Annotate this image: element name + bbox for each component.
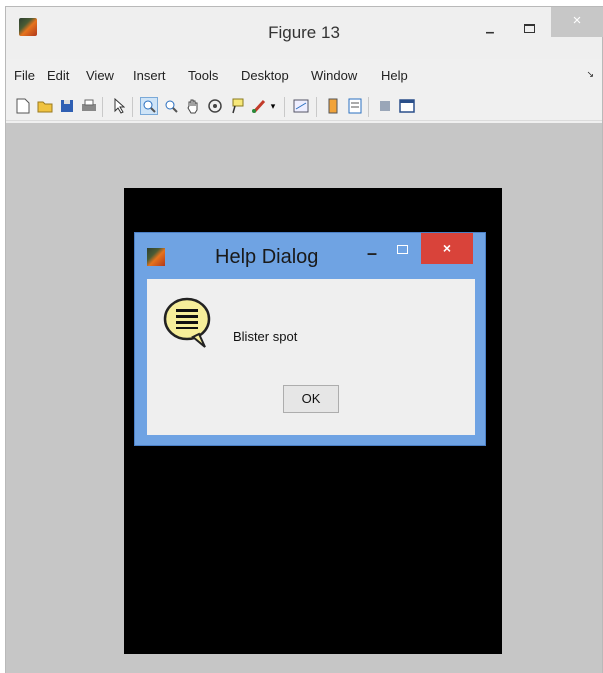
brush-dropdown-icon[interactable]: ▾ xyxy=(268,97,278,115)
legend-icon[interactable] xyxy=(346,97,364,115)
close-button[interactable]: × xyxy=(551,7,603,37)
zoom-in-icon[interactable] xyxy=(140,97,158,115)
show-tools-icon[interactable] xyxy=(398,97,416,115)
link-plot-icon[interactable] xyxy=(292,97,310,115)
dialog-close-button[interactable]: × xyxy=(421,233,473,264)
toolbar-separator xyxy=(132,97,133,117)
rotate-3d-icon[interactable] xyxy=(206,97,224,115)
toolbar: ▾ xyxy=(6,93,602,121)
toolbar-separator xyxy=(284,97,285,117)
toolbar-separator xyxy=(368,97,369,117)
dialog-body: Blister spot OK xyxy=(147,279,475,435)
pan-hand-icon[interactable] xyxy=(184,97,202,115)
maximize-button[interactable] xyxy=(516,15,542,43)
menu-insert[interactable]: Insert xyxy=(133,68,166,83)
menu-overflow-icon[interactable]: ↘ xyxy=(586,69,594,80)
matlab-icon xyxy=(147,248,165,266)
new-figure-icon[interactable] xyxy=(14,97,32,115)
menu-edit[interactable]: Edit xyxy=(47,68,69,83)
menu-desktop[interactable]: Desktop xyxy=(241,68,289,83)
dialog-maximize-button[interactable] xyxy=(397,245,408,254)
menu-file[interactable]: File xyxy=(14,68,35,83)
dialog-title: Help Dialog xyxy=(215,246,319,268)
zoom-out-icon[interactable] xyxy=(162,97,180,115)
toolbar-separator xyxy=(102,97,103,117)
brush-icon[interactable] xyxy=(250,97,268,115)
ok-button[interactable]: OK xyxy=(283,385,339,413)
minimize-button[interactable]: – xyxy=(474,19,506,47)
window-title: Figure 13 xyxy=(268,23,340,42)
dialog-minimize-button[interactable]: – xyxy=(367,243,377,264)
toolbar-separator xyxy=(316,97,317,117)
title-bar[interactable]: Figure 13 – × xyxy=(6,7,603,59)
open-file-icon[interactable] xyxy=(36,97,54,115)
help-speech-bubble-icon xyxy=(163,297,211,348)
save-icon[interactable] xyxy=(58,97,76,115)
data-cursor-icon[interactable] xyxy=(228,97,246,115)
menu-help[interactable]: Help xyxy=(381,68,408,83)
pointer-icon[interactable] xyxy=(110,97,128,115)
hide-tools-icon[interactable] xyxy=(376,97,394,115)
dialog-message: Blister spot xyxy=(233,329,298,344)
maximize-icon xyxy=(523,24,535,33)
menu-bar: File Edit View Insert Tools Desktop Wind… xyxy=(6,63,602,89)
menu-window[interactable]: Window xyxy=(311,68,357,83)
colorbar-icon[interactable] xyxy=(324,97,342,115)
help-dialog: Help Dialog – × Blister spot OK xyxy=(134,232,486,446)
print-icon[interactable] xyxy=(80,97,98,115)
menu-view[interactable]: View xyxy=(86,68,114,83)
menu-tools[interactable]: Tools xyxy=(188,68,218,83)
